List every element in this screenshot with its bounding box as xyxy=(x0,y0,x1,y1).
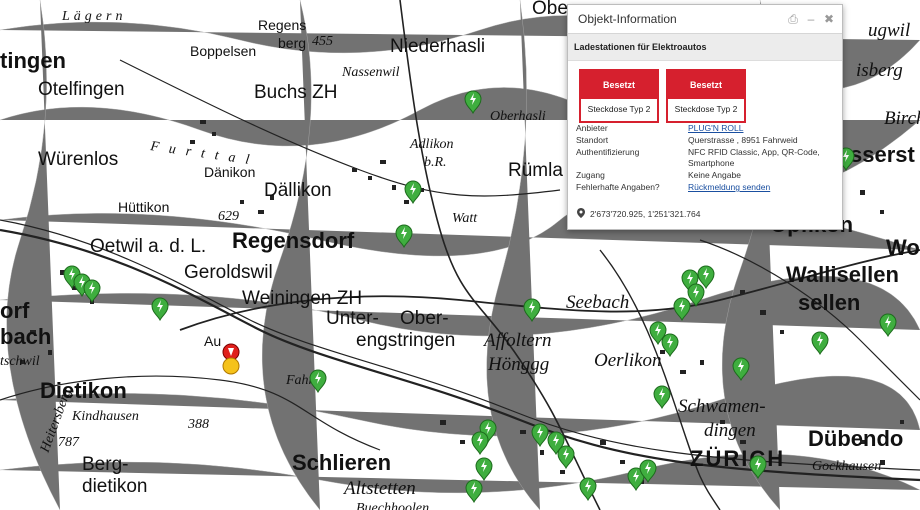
map-label: Watt xyxy=(452,211,478,226)
map-label: sserst xyxy=(850,142,916,167)
map-label: Oetwil a. d. L. xyxy=(90,236,206,257)
info-label: Anbieter xyxy=(576,123,608,133)
map-label: Obe xyxy=(532,0,568,19)
map-label: Buchs ZH xyxy=(254,82,337,103)
plug-type: Steckdose Typ 2 xyxy=(587,104,651,114)
map-label: Ober- xyxy=(400,308,449,329)
map-label: 455 xyxy=(312,34,333,49)
map-label: dietikon xyxy=(82,476,148,497)
map-label: dingen xyxy=(704,420,756,441)
popup-header: Objekt-Information ⎙ – ✖ xyxy=(568,5,842,34)
info-row-anbieter: Anbieter PLUG'N ROLL xyxy=(576,123,838,134)
map-label: 629 xyxy=(218,209,239,224)
map-label: Niederhasli xyxy=(390,36,485,57)
map-label: b.R. xyxy=(424,155,447,170)
map-label: Geroldswil xyxy=(184,262,273,283)
map-label: Rümla xyxy=(508,160,563,181)
map-label: Dietikon xyxy=(40,378,127,403)
map-label: Affoltern xyxy=(482,330,552,351)
map-label: Weiningen ZH xyxy=(242,288,362,309)
close-icon[interactable]: ✖ xyxy=(822,12,836,26)
map-label: Dübendo xyxy=(808,426,903,451)
info-label: Fehlerhafte Angaben? xyxy=(576,182,660,192)
info-row-standort: Standort Querstrasse , 8951 Fahrweid xyxy=(576,135,838,146)
map-label: tschwil xyxy=(0,354,40,369)
status-box: Besetzt Steckdose Typ 2 xyxy=(579,69,659,123)
info-value: Keine Angabe xyxy=(688,170,741,180)
map-label: Altstetten xyxy=(342,478,416,499)
map-label: Oerlikon xyxy=(594,350,662,371)
info-table: Anbieter PLUG'N ROLL Standort Querstrass… xyxy=(576,123,838,194)
info-label: Zugang xyxy=(576,170,605,180)
map-label: orf xyxy=(0,298,30,323)
coordinates: 2'673'720.925, 1'251'321.764 xyxy=(576,208,700,220)
map-label: Hönggg xyxy=(487,354,549,375)
map-label: bach xyxy=(0,324,51,349)
map-label: Dänikon xyxy=(204,164,255,180)
info-row-zugang: Zugang Keine Angabe xyxy=(576,170,838,181)
feedback-link[interactable]: Rückmeldung senden xyxy=(688,182,770,192)
map-label: Dällikon xyxy=(264,180,332,201)
map-label: Seebach xyxy=(566,292,629,313)
map-label: 388 xyxy=(187,417,209,432)
map-label: Boppelsen xyxy=(190,43,256,59)
map-label: Schlieren xyxy=(292,450,391,475)
status-box: Besetzt Steckdose Typ 2 xyxy=(666,69,746,123)
map-label: Birch xyxy=(884,108,920,129)
map-label: Wallisellen xyxy=(786,262,899,287)
map-label: berg xyxy=(278,35,306,51)
map-label: Adlikon xyxy=(409,137,454,152)
map-label: Wolli xyxy=(886,235,920,260)
status-label: Besetzt xyxy=(581,71,657,99)
info-label: Authentifizierung xyxy=(576,147,640,157)
map-label: engstringen xyxy=(356,330,455,351)
layer-name: Ladestationen für Elektroautos xyxy=(568,34,842,61)
object-info-popup: Objekt-Information ⎙ – ✖ Ladestationen f… xyxy=(567,4,843,230)
map-label: Buechhoolen xyxy=(356,501,429,510)
status-label: Besetzt xyxy=(668,71,744,99)
map-label: Nassenwil xyxy=(341,65,400,80)
map-label: Oberhasli xyxy=(490,109,546,124)
coordinates-text: 2'673'720.925, 1'251'321.764 xyxy=(590,209,701,219)
info-value: Querstrasse , 8951 Fahrweid xyxy=(688,135,798,145)
info-row-feedback: Fehlerhafte Angaben? Rückmeldung senden xyxy=(576,182,838,193)
map-label: isberg xyxy=(856,60,903,81)
info-value: NFC RFID Classic, App, QR-Code, Smartpho… xyxy=(688,147,820,168)
map-label: Berg- xyxy=(82,454,128,475)
map-label: Gockhausen xyxy=(812,459,881,474)
map-label: Schwamen- xyxy=(678,396,766,417)
map-label: Kindhausen xyxy=(71,409,139,424)
map-marker-icon xyxy=(576,208,586,220)
map-label: ugwil xyxy=(868,20,910,41)
provider-link[interactable]: PLUG'N ROLL xyxy=(688,123,743,133)
map-label: Au xyxy=(204,333,221,349)
map-label: Regensdorf xyxy=(232,228,355,253)
minimize-icon[interactable]: – xyxy=(804,12,818,26)
map-label: Regens xyxy=(258,17,306,33)
map-label: Hüttikon xyxy=(118,199,169,215)
map-label: sellen xyxy=(798,290,860,315)
info-label: Standort xyxy=(576,135,609,145)
plug-type: Steckdose Typ 2 xyxy=(674,104,738,114)
map-label: ZÜRICH xyxy=(690,446,785,471)
popup-title: Objekt-Information xyxy=(578,12,677,26)
map-label: Otelfingen xyxy=(38,79,125,100)
map-label: Würenlos xyxy=(38,149,118,170)
map-label: tingen xyxy=(0,48,66,73)
printer-icon[interactable]: ⎙ xyxy=(786,12,800,26)
map-label: 787 xyxy=(58,435,80,450)
map-label: Unter- xyxy=(326,308,379,329)
map-label: Lägern xyxy=(61,9,126,24)
info-row-auth: Authentifizierung NFC RFID Classic, App,… xyxy=(576,147,838,169)
